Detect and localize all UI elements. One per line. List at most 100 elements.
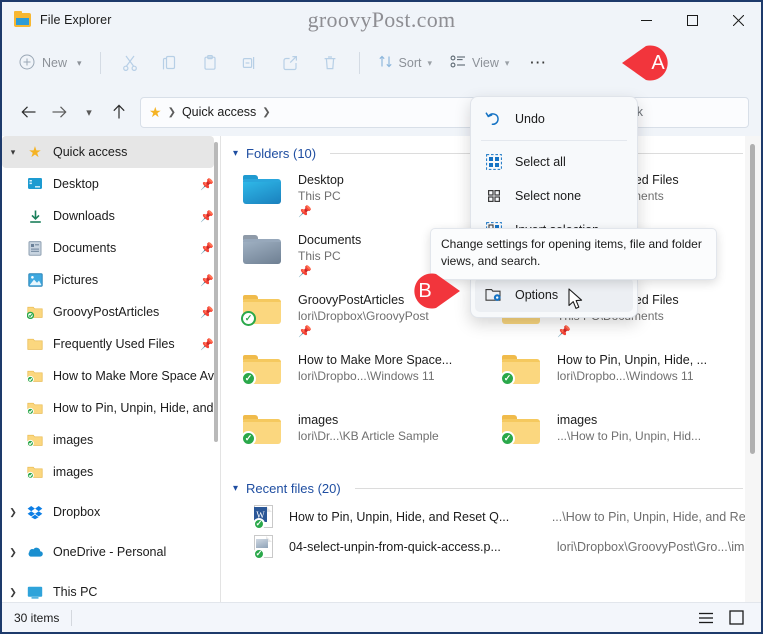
folder-name: Documents <box>298 233 362 247</box>
folder-path: lori\Dr...\KB Article Sample <box>298 429 439 443</box>
divider <box>358 52 360 74</box>
explorer-body: ▾ ★ Quick access Desktop 📌 Downloads 📌 D… <box>2 136 761 602</box>
sidebar-item-documents[interactable]: Documents 📌 <box>2 232 220 264</box>
sidebar-item-dropbox[interactable]: ❯ Dropbox <box>2 496 220 528</box>
view-button[interactable]: View ▾ <box>441 47 518 79</box>
folder-sync-icon: ✓ <box>241 352 287 402</box>
pin-icon: 📌 <box>200 210 214 223</box>
copy-button[interactable] <box>150 47 190 79</box>
sidebar-item-label: Dropbox <box>53 505 101 519</box>
sort-button[interactable]: Sort ▾ <box>369 47 441 79</box>
new-button-label: New <box>42 56 68 70</box>
sidebar-item-how-to-make-more-space[interactable]: How to Make More Space Av <box>2 360 220 392</box>
close-button[interactable] <box>715 2 761 38</box>
see-more-button[interactable]: ⋯ <box>518 47 558 79</box>
recent-file-row[interactable]: ✓ 04-select-unpin-from-quick-access.p...… <box>221 532 761 562</box>
navigation-pane: ▾ ★ Quick access Desktop 📌 Downloads 📌 D… <box>2 136 220 602</box>
scrollbar-thumb[interactable] <box>750 144 755 454</box>
chevron-right-icon[interactable]: ❯ <box>2 587 24 598</box>
sidebar-item-label: Desktop <box>53 177 99 191</box>
sidebar-item-label: images <box>53 433 94 447</box>
folder-name: How to Make More Space... <box>298 353 453 367</box>
sidebar-item-images-1[interactable]: images <box>2 424 220 456</box>
word-doc-icon: W ✓ <box>253 505 276 530</box>
sidebar-item-how-to-pin-unpin-hide[interactable]: How to Pin, Unpin, Hide, and <box>2 392 220 424</box>
up-button[interactable] <box>104 97 134 127</box>
rename-button[interactable] <box>230 47 270 79</box>
new-button[interactable]: New ▾ <box>12 48 91 79</box>
maximize-button[interactable] <box>669 2 715 38</box>
sidebar-item-this-pc[interactable]: ❯ This PC <box>2 576 220 602</box>
sidebar-item-downloads[interactable]: Downloads 📌 <box>2 200 220 232</box>
forward-button[interactable] <box>44 97 74 127</box>
sidebar-item-label: Documents <box>53 241 117 255</box>
chevron-down-icon[interactable]: ▾ <box>2 147 24 158</box>
sidebar-item-label: Frequently Used Files <box>53 337 175 351</box>
sidebar-item-groovypostarticles[interactable]: GroovyPostArticles 📌 <box>2 296 220 328</box>
pin-icon: 📌 <box>200 306 214 319</box>
pictures-icon <box>24 273 46 287</box>
chevron-right-icon[interactable]: ❯ <box>2 547 24 558</box>
cut-button[interactable] <box>110 47 150 79</box>
back-button[interactable] <box>14 97 44 127</box>
paste-button[interactable] <box>190 47 230 79</box>
folder-path: This PC <box>298 189 341 203</box>
chevron-down-icon[interactable]: ▾ <box>233 483 238 494</box>
callout-marker-b: B <box>398 270 460 312</box>
menu-item-options[interactable]: Options <box>475 278 633 312</box>
recent-files-group-header[interactable]: ▾ Recent files (20) <box>221 467 761 502</box>
image-file-icon: ✓ <box>253 535 276 560</box>
sidebar-scrollbar[interactable] <box>214 142 218 442</box>
sidebar-item-frequently-used-files[interactable]: Frequently Used Files 📌 <box>2 328 220 360</box>
folder-tile[interactable]: Desktop This PC 📌 <box>243 167 502 227</box>
folder-tile[interactable]: ✓ images ...\How to Pin, Unpin, Hid... <box>500 407 761 467</box>
pin-icon: 📌 <box>200 274 214 287</box>
status-bar: 30 items <box>2 602 761 632</box>
sidebar-item-label: How to Make More Space Av <box>53 369 214 383</box>
recent-files-group-label: Recent files (20) <box>246 481 341 496</box>
folder-name: Desktop <box>298 173 344 187</box>
recent-file-row[interactable]: W ✓ How to Pin, Unpin, Hide, and Reset Q… <box>221 502 761 532</box>
menu-item-undo[interactable]: Undo <box>475 102 633 136</box>
recent-locations-button[interactable]: ▾ <box>74 97 104 127</box>
details-view-button[interactable] <box>693 607 719 629</box>
folders-group-label: Folders (10) <box>246 146 317 161</box>
menu-item-label: Options <box>515 288 559 302</box>
sidebar-item-onedrive[interactable]: ❯ OneDrive - Personal <box>2 536 220 568</box>
breadcrumb[interactable]: Quick access <box>182 105 256 119</box>
sidebar-item-quick-access[interactable]: ▾ ★ Quick access <box>2 136 214 168</box>
folder-sync-icon: ✓ <box>241 412 287 462</box>
navigation-bar: ▾ ★ ❯ Quick access ❯ ▾ Search Quick <box>2 88 761 136</box>
onedrive-icon <box>24 546 46 558</box>
folder-sync-icon <box>24 465 46 479</box>
menu-item-select-all[interactable]: Select all <box>475 145 633 179</box>
breadcrumb-separator: ❯ <box>262 106 271 118</box>
sidebar-item-images-2[interactable]: images <box>2 456 220 488</box>
folder-name: How to Pin, Unpin, Hide, ... <box>557 353 708 367</box>
sidebar-item-desktop[interactable]: Desktop 📌 <box>2 168 220 200</box>
title-bar: File Explorer groovyPost.com <box>2 2 761 38</box>
folder-tile[interactable]: ✓ images lori\Dr...\KB Article Sample <box>241 407 502 467</box>
callout-label: A <box>651 51 665 74</box>
content-scrollbar[interactable] <box>745 136 761 602</box>
large-icons-view-button[interactable] <box>723 607 749 629</box>
folder-sync-icon <box>24 401 46 415</box>
delete-button[interactable] <box>310 47 350 79</box>
folder-tile[interactable]: ✓ GroovyPostArticles lori\Dropbox\Groovy… <box>241 287 502 347</box>
folder-tile[interactable]: ✓ How to Pin, Unpin, Hide, ... lori\Drop… <box>500 347 761 407</box>
pin-icon: 📌 <box>298 266 312 278</box>
sidebar-item-label: How to Pin, Unpin, Hide, and <box>53 401 214 415</box>
folder-tile[interactable]: ✓ How to Make More Space... lori\Dropbo.… <box>241 347 502 407</box>
chevron-down-icon[interactable]: ▾ <box>233 148 238 159</box>
pin-icon: 📌 <box>200 178 214 191</box>
sidebar-item-pictures[interactable]: Pictures 📌 <box>2 264 220 296</box>
minimize-button[interactable] <box>623 2 669 38</box>
share-button[interactable] <box>270 47 310 79</box>
chevron-right-icon[interactable]: ❯ <box>2 507 24 518</box>
folder-sync-icon: ✓ <box>241 292 287 342</box>
folder-name: images <box>298 413 339 427</box>
folder-grey-icon <box>243 232 287 282</box>
sidebar-item-label: Quick access <box>53 145 128 159</box>
menu-item-select-none[interactable]: Select none <box>475 179 633 213</box>
pin-icon: 📌 <box>200 242 214 255</box>
